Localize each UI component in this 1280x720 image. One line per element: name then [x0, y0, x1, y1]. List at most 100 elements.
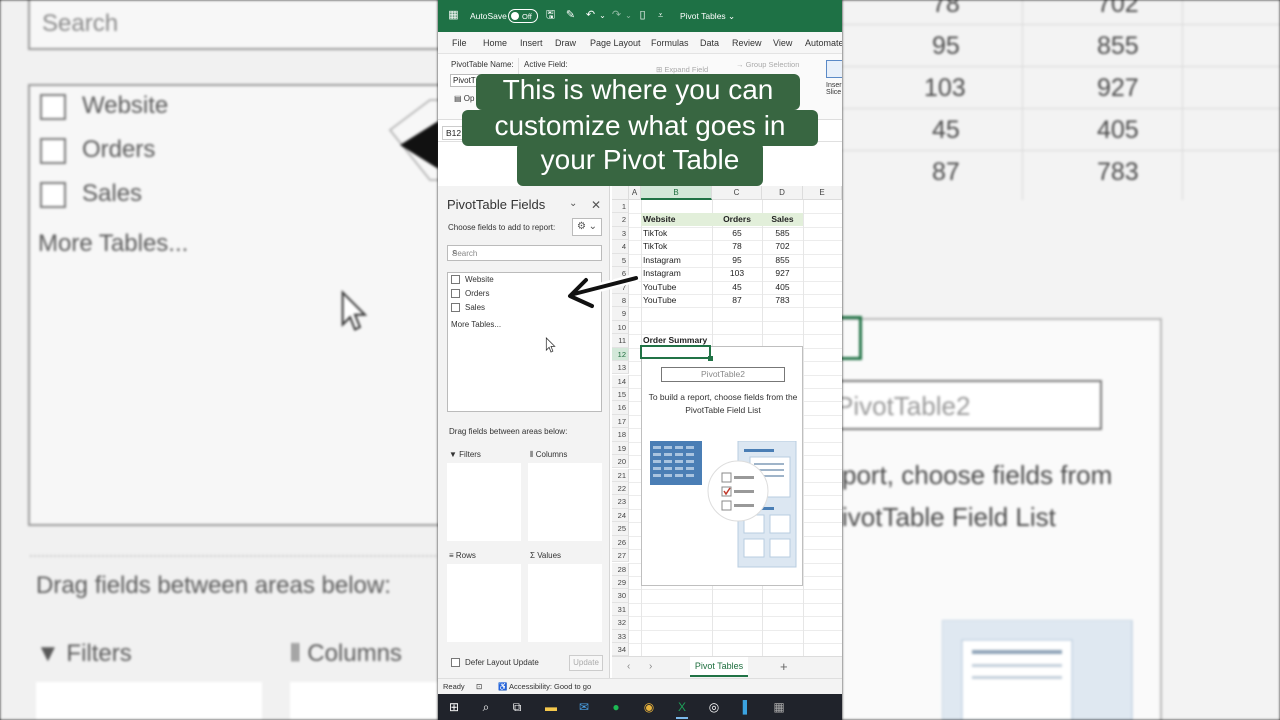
- row-header[interactable]: 15: [612, 388, 629, 402]
- rows-drop-zone[interactable]: [447, 564, 521, 642]
- row-header[interactable]: 14: [612, 374, 629, 388]
- row-header[interactable]: 4: [612, 240, 629, 254]
- obs-icon[interactable]: ◎: [706, 699, 722, 715]
- row-header[interactable]: 17: [612, 414, 629, 429]
- cell-website[interactable]: YouTube: [643, 281, 676, 294]
- row-header[interactable]: 11: [612, 334, 629, 348]
- row-header[interactable]: 22: [612, 482, 629, 496]
- cell-website[interactable]: Instagram: [643, 267, 681, 280]
- cell-website[interactable]: TikTok: [643, 240, 667, 253]
- column-header-b[interactable]: B: [641, 186, 712, 200]
- menu-review[interactable]: Review: [732, 38, 762, 48]
- row-header[interactable]: 20: [612, 455, 629, 469]
- checkbox-icon[interactable]: [451, 303, 460, 313]
- pane-options-chevron-icon[interactable]: ⌄: [569, 198, 577, 209]
- menu-insert[interactable]: Insert: [520, 38, 543, 48]
- cell-orders[interactable]: 95: [712, 254, 762, 267]
- row-header[interactable]: 12: [612, 347, 629, 362]
- autosave-toggle[interactable]: Off: [508, 9, 538, 23]
- cell-sales[interactable]: 855: [762, 254, 803, 267]
- row-header[interactable]: 21: [612, 468, 629, 482]
- menu-file[interactable]: File: [452, 38, 467, 48]
- prev-sheet-icon[interactable]: ‹: [627, 661, 630, 672]
- row-header[interactable]: 19: [612, 441, 629, 456]
- row-header[interactable]: 28: [612, 562, 629, 576]
- field-item-orders[interactable]: Orders: [451, 289, 489, 299]
- defer-layout-checkbox[interactable]: Defer Layout Update: [451, 658, 539, 668]
- menu-page-layout[interactable]: Page Layout: [590, 38, 641, 48]
- row-header[interactable]: 29: [612, 576, 629, 590]
- update-button[interactable]: Update: [569, 655, 603, 671]
- checkbox-icon[interactable]: [451, 275, 460, 285]
- row-header[interactable]: 1: [612, 200, 629, 214]
- row-header[interactable]: 5: [612, 253, 629, 268]
- menu-automate[interactable]: Automate: [805, 38, 842, 48]
- column-header-a[interactable]: A: [629, 186, 641, 200]
- row-header[interactable]: 13: [612, 361, 629, 375]
- save-as-icon[interactable]: ✎: [564, 9, 577, 22]
- columns-area[interactable]: ⦀ Columns: [528, 447, 602, 541]
- filters-area[interactable]: ▼ Filters: [447, 447, 521, 541]
- cell-website[interactable]: Instagram: [643, 254, 681, 267]
- row-header[interactable]: 30: [612, 589, 629, 603]
- row-header[interactable]: 23: [612, 495, 629, 509]
- cell-orders[interactable]: 78: [712, 240, 762, 253]
- row-header[interactable]: 26: [612, 535, 629, 550]
- cell-sales[interactable]: 783: [762, 294, 803, 307]
- mail-icon[interactable]: ✉: [576, 699, 592, 715]
- pane-close-icon[interactable]: ✕: [591, 198, 601, 212]
- menu-home[interactable]: Home: [483, 38, 507, 48]
- column-header-d[interactable]: D: [762, 186, 803, 200]
- cell-sales[interactable]: 585: [762, 227, 803, 240]
- row-header[interactable]: 18: [612, 428, 629, 442]
- cell-orders[interactable]: 45: [712, 281, 762, 294]
- windows-start-icon[interactable]: ⊞: [446, 699, 462, 715]
- values-area[interactable]: Σ Values: [528, 548, 602, 642]
- layout-gear-icon[interactable]: ⚙ ⌄: [572, 218, 602, 236]
- redo-dropdown-icon[interactable]: ⌄: [622, 9, 635, 22]
- checkbox-icon[interactable]: [451, 289, 460, 299]
- rows-area[interactable]: ≡ Rows: [447, 548, 521, 642]
- cell-sales[interactable]: 702: [762, 240, 803, 253]
- row-header[interactable]: 3: [612, 226, 629, 241]
- cell-website[interactable]: YouTube: [643, 294, 676, 307]
- menu-formulas[interactable]: Formulas: [651, 38, 689, 48]
- field-search-input[interactable]: Search ⌕: [447, 245, 602, 261]
- column-header-e[interactable]: E: [803, 186, 842, 200]
- values-drop-zone[interactable]: [528, 564, 602, 642]
- column-header-c[interactable]: C: [712, 186, 762, 200]
- row-header[interactable]: 16: [612, 401, 629, 415]
- menu-view[interactable]: View: [773, 38, 792, 48]
- group-selection-button[interactable]: → Group Selection: [736, 60, 799, 69]
- menu-draw[interactable]: Draw: [555, 38, 576, 48]
- cell-orders[interactable]: 65: [712, 227, 762, 240]
- header-orders[interactable]: Orders: [712, 213, 762, 226]
- cell-orders[interactable]: 103: [712, 267, 762, 280]
- row-header[interactable]: 24: [612, 508, 629, 523]
- cell-website[interactable]: TikTok: [643, 227, 667, 240]
- menu-data[interactable]: Data: [700, 38, 719, 48]
- save-icon[interactable]: 🖫: [544, 9, 557, 22]
- selected-cell-b12[interactable]: [640, 345, 713, 361]
- file-explorer-icon[interactable]: ▬: [543, 699, 559, 715]
- customize-toolbar-icon[interactable]: ⩡: [654, 9, 667, 22]
- macro-record-icon[interactable]: ⊡: [476, 682, 482, 691]
- checkbox-icon[interactable]: [451, 658, 460, 668]
- row-header[interactable]: 25: [612, 522, 629, 536]
- search-icon[interactable]: ⌕: [478, 699, 494, 715]
- new-file-icon[interactable]: ▯: [636, 9, 649, 22]
- cell-sales[interactable]: 405: [762, 281, 803, 294]
- task-view-icon[interactable]: ⧉: [509, 699, 525, 715]
- row-header[interactable]: 2: [612, 213, 629, 227]
- pivottable-placeholder[interactable]: PivotTable2 To build a report, choose fi…: [641, 346, 803, 586]
- sheet-tab-pivot-tables[interactable]: Pivot Tables: [690, 657, 748, 677]
- filters-drop-zone[interactable]: [447, 463, 521, 541]
- accessibility-status[interactable]: ♿ Accessibility: Good to go: [498, 682, 591, 691]
- expand-field-button[interactable]: ⊞ Expand Field: [656, 65, 708, 74]
- worksheet-grid[interactable]: A B C D E 1 2 3 4 5 6 7 8 9 10 11 12 13 14 15 16 17 18 19 2…: [612, 186, 842, 658]
- chrome-icon[interactable]: ◉: [641, 699, 657, 715]
- row-header[interactable]: 33: [612, 629, 629, 644]
- document-title[interactable]: Pivot Tables ⌄: [680, 11, 735, 22]
- cell-orders[interactable]: 87: [712, 294, 762, 307]
- header-sales[interactable]: Sales: [762, 213, 803, 226]
